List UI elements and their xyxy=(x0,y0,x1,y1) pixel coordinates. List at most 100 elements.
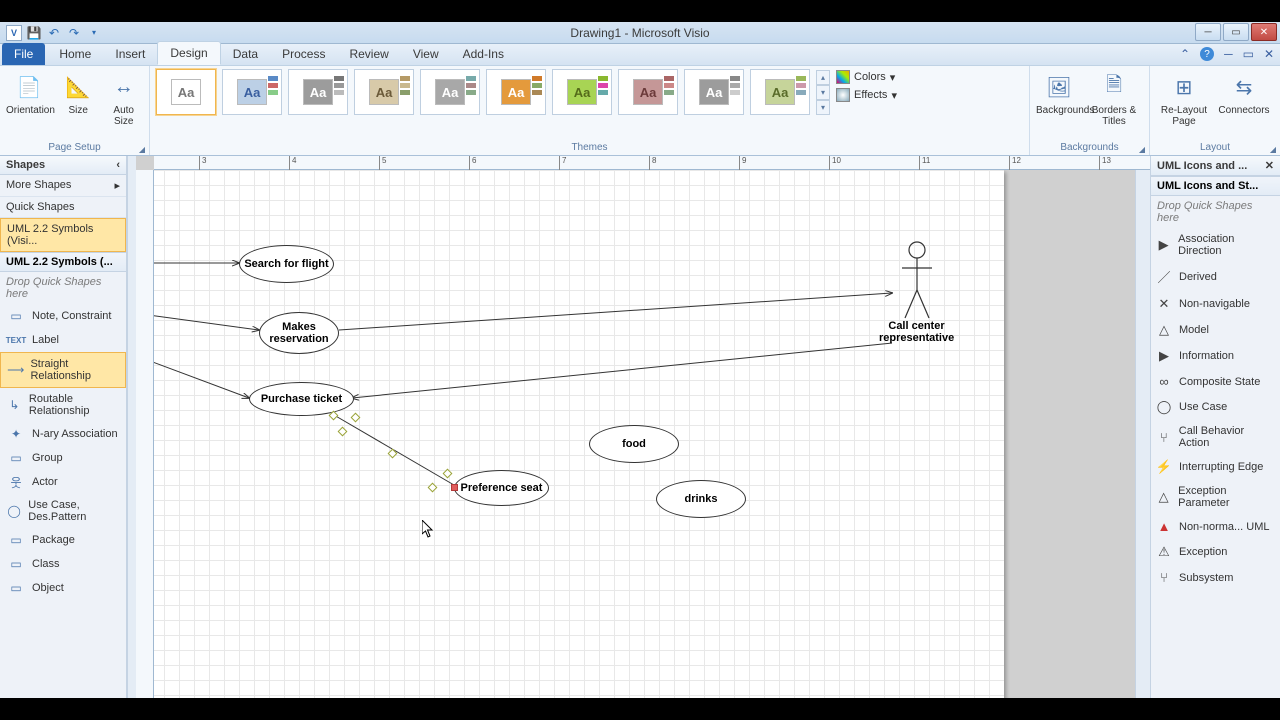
theme-swatch-4[interactable]: Aa xyxy=(354,69,414,115)
minimize-button[interactable]: ─ xyxy=(1195,23,1221,41)
redo-icon[interactable]: ↷ xyxy=(66,25,82,41)
usecase-search-flight[interactable]: Search for flight xyxy=(239,245,334,283)
shape-model[interactable]: △Model xyxy=(1151,317,1280,343)
shape-package[interactable]: ▭Package xyxy=(0,528,126,552)
tab-view[interactable]: View xyxy=(401,43,451,65)
left-scrollbar[interactable] xyxy=(127,156,136,698)
theme-gallery[interactable]: Aa Aa Aa Aa Aa Aa Aa Aa Aa Aa ▴▾▾ xyxy=(156,69,830,115)
usecase-purchase-ticket[interactable]: Purchase ticket xyxy=(249,382,354,416)
connector-handle[interactable] xyxy=(388,449,398,459)
shape-routable-relationship[interactable]: ↳Routable Relationship xyxy=(0,388,126,422)
usecase-preference-seat[interactable]: Preference seat xyxy=(454,470,549,506)
shape-label[interactable]: TEXTLabel xyxy=(0,328,126,352)
tab-file[interactable]: File xyxy=(2,43,45,65)
collapse-icon[interactable]: ‹ xyxy=(116,159,120,171)
shapes-pane-header[interactable]: Shapes‹ xyxy=(0,156,126,175)
save-icon[interactable]: 💾 xyxy=(26,25,42,41)
actor-call-center[interactable]: Call center representative xyxy=(879,240,954,344)
visio-app: V 💾 ↶ ↷ ▾ Drawing1 - Microsoft Visio ─ ▭… xyxy=(0,22,1280,698)
canvas-scrollbar[interactable] xyxy=(1135,170,1150,698)
tab-review[interactable]: Review xyxy=(337,43,400,65)
theme-swatch-6[interactable]: Aa xyxy=(486,69,546,115)
shape-subsystem[interactable]: ⑂Subsystem xyxy=(1151,565,1280,590)
shape-note-constraint[interactable]: ▭Note, Constraint xyxy=(0,304,126,328)
shape-use-case[interactable]: ◯Use Case, Des.Pattern xyxy=(0,494,126,528)
shape-right-use-case[interactable]: ◯Use Case xyxy=(1151,394,1280,420)
theme-gallery-scroll[interactable]: ▴▾▾ xyxy=(816,70,830,115)
shape-information[interactable]: ▶Information xyxy=(1151,343,1280,369)
shape-non-navigable[interactable]: ✕Non-navigable xyxy=(1151,291,1280,317)
drawing-page[interactable]: Search for flight Makes reservation Purc… xyxy=(154,170,1004,698)
canvas-area[interactable]: Search for flight Makes reservation Purc… xyxy=(154,170,1135,698)
backgrounds-launcher-icon[interactable]: ◢ xyxy=(1139,145,1145,154)
stencil-uml-symbols[interactable]: UML 2.2 Symbols (Visi... xyxy=(0,218,126,252)
right-pane-tab[interactable]: UML Icons and ...✕ xyxy=(1151,156,1280,176)
shape-object[interactable]: ▭Object xyxy=(0,576,126,600)
tab-insert[interactable]: Insert xyxy=(103,43,157,65)
theme-swatch-2[interactable]: Aa xyxy=(222,69,282,115)
theme-swatch-7[interactable]: Aa xyxy=(552,69,612,115)
borders-titles-button[interactable]: 🗎Borders & Titles xyxy=(1086,69,1142,127)
shape-exception-parameter[interactable]: △Exception Parameter xyxy=(1151,480,1280,514)
usecase-drinks[interactable]: drinks xyxy=(656,480,746,518)
theme-variants: Colors ▾ Effects ▾ xyxy=(834,69,899,103)
undo-icon[interactable]: ↶ xyxy=(46,25,62,41)
orientation-button[interactable]: 📄Orientation xyxy=(6,69,52,116)
doc-close-icon[interactable]: ✕ xyxy=(1264,47,1274,61)
connector-handle[interactable] xyxy=(351,413,361,423)
size-button[interactable]: 📐Size xyxy=(56,69,100,116)
theme-swatch-9[interactable]: Aa xyxy=(684,69,744,115)
theme-swatch-5[interactable]: Aa xyxy=(420,69,480,115)
shape-call-behavior[interactable]: ⑂Call Behavior Action xyxy=(1151,420,1280,454)
doc-minimize-icon[interactable]: ─ xyxy=(1224,47,1233,61)
shape-exception[interactable]: ⚠Exception xyxy=(1151,539,1280,565)
backgrounds-button[interactable]: 🖼Backgrounds xyxy=(1036,69,1082,116)
stencil-heading[interactable]: UML 2.2 Symbols (... xyxy=(0,252,126,272)
theme-swatch-10[interactable]: Aa xyxy=(750,69,810,115)
connector-handle[interactable] xyxy=(338,427,348,437)
shape-class[interactable]: ▭Class xyxy=(0,552,126,576)
effects-dropdown[interactable]: Effects ▾ xyxy=(834,87,899,103)
tab-addins[interactable]: Add-Ins xyxy=(451,43,516,65)
colors-dropdown[interactable]: Colors ▾ xyxy=(834,69,899,85)
layout-launcher-icon[interactable]: ◢ xyxy=(1270,145,1276,154)
theme-swatch-8[interactable]: Aa xyxy=(618,69,678,115)
shape-interrupting-edge[interactable]: ⚡Interrupting Edge xyxy=(1151,454,1280,480)
connectors-button[interactable]: ⇆Connectors xyxy=(1216,69,1272,116)
page-setup-launcher-icon[interactable]: ◢ xyxy=(139,145,145,154)
help-icon[interactable]: ? xyxy=(1200,47,1214,61)
connector-handle[interactable] xyxy=(329,411,339,421)
tab-data[interactable]: Data xyxy=(221,43,270,65)
right-pane-title[interactable]: UML Icons and St... xyxy=(1151,176,1280,196)
theme-swatch-3[interactable]: Aa xyxy=(288,69,348,115)
shape-association-direction[interactable]: ▶Association Direction xyxy=(1151,228,1280,262)
connector-endpoint[interactable] xyxy=(451,484,458,491)
qat-dropdown-icon[interactable]: ▾ xyxy=(86,25,102,41)
tab-process[interactable]: Process xyxy=(270,43,337,65)
main-area: Shapes‹ More Shapes ▸ Quick Shapes UML 2… xyxy=(0,156,1280,698)
minimize-ribbon-icon[interactable]: ⌃ xyxy=(1180,47,1190,61)
usecase-makes-reservation[interactable]: Makes reservation xyxy=(259,312,339,354)
more-shapes-row[interactable]: More Shapes ▸ xyxy=(0,175,126,197)
quick-shapes-row[interactable]: Quick Shapes xyxy=(0,197,126,218)
shape-actor[interactable]: 웃Actor xyxy=(0,470,126,494)
close-pane-icon[interactable]: ✕ xyxy=(1265,159,1274,172)
doc-restore-icon[interactable]: ▭ xyxy=(1243,47,1254,61)
close-button[interactable]: ✕ xyxy=(1251,23,1277,41)
theme-swatch-1[interactable]: Aa xyxy=(156,69,216,115)
connector-handle[interactable] xyxy=(428,483,438,493)
shape-nary-association[interactable]: ✦N-ary Association xyxy=(0,422,126,446)
shape-non-normative[interactable]: ▲Non-norma... UML xyxy=(1151,514,1280,539)
connector-handle[interactable] xyxy=(443,469,453,479)
usecase-food[interactable]: food xyxy=(589,425,679,463)
shape-composite-state[interactable]: ∞Composite State xyxy=(1151,369,1280,394)
maximize-button[interactable]: ▭ xyxy=(1223,23,1249,41)
tab-design[interactable]: Design xyxy=(157,41,220,65)
shape-straight-relationship[interactable]: ⟶Straight Relationship xyxy=(0,352,126,388)
relayout-button[interactable]: ⊞Re-Layout Page xyxy=(1156,69,1212,127)
tab-home[interactable]: Home xyxy=(47,43,103,65)
autosize-button[interactable]: ↔Auto Size xyxy=(104,69,143,127)
shape-derived[interactable]: ／Derived xyxy=(1151,262,1280,291)
shape-group[interactable]: ▭Group xyxy=(0,446,126,470)
canvas[interactable]: 3 4 5 6 7 8 9 10 11 12 13 xyxy=(136,156,1150,698)
